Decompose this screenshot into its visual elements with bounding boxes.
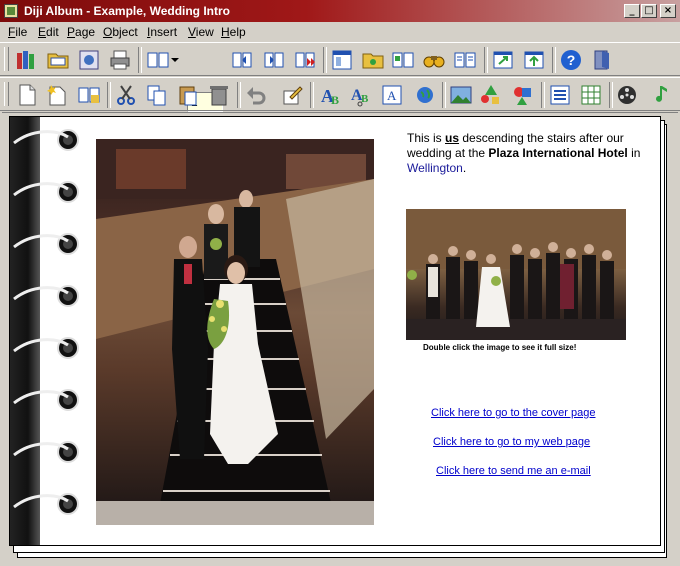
- insert-image-icon[interactable]: [449, 83, 473, 107]
- spiral-ring: [13, 181, 79, 203]
- toolbar-separator: [310, 82, 314, 108]
- wedding-stairs-photo[interactable]: [96, 139, 374, 525]
- album-page: This is us descending the stairs after o…: [9, 116, 661, 546]
- menu-insert[interactable]: Insert: [147, 25, 177, 39]
- caption-text: .: [462, 161, 467, 175]
- album-pages-icon[interactable]: [391, 48, 415, 72]
- chevron-down-icon[interactable]: [168, 48, 182, 72]
- toolbar-grip[interactable]: [4, 82, 9, 106]
- toolbar-separator: [237, 82, 241, 108]
- exit-door-icon[interactable]: [590, 48, 614, 72]
- spiral-ring: [13, 285, 79, 307]
- publish-icon[interactable]: [522, 48, 546, 72]
- photo-caption[interactable]: This is us descending the stairs after o…: [407, 131, 647, 176]
- text-link-icon[interactable]: AB: [348, 83, 372, 107]
- spiral-ring: [13, 389, 79, 411]
- page-properties-icon[interactable]: [77, 83, 101, 107]
- close-button[interactable]: ×: [660, 4, 676, 18]
- open-album-icon[interactable]: [46, 48, 70, 72]
- spiral-ring: [13, 233, 79, 255]
- print-icon[interactable]: [108, 48, 132, 72]
- books-icon[interactable]: [14, 48, 38, 72]
- text-style-icon[interactable]: AB: [318, 83, 342, 107]
- full-size-hint: Double click the image to see it full si…: [423, 343, 577, 352]
- window-title: Diji Album - Example, Wedding Intro: [24, 4, 231, 18]
- toolbar-separator: [541, 82, 545, 108]
- text-box-icon[interactable]: A: [380, 83, 404, 107]
- caption-text: in: [627, 146, 641, 160]
- menu-page[interactable]: Page: [67, 25, 95, 39]
- wedding-group-photo[interactable]: [406, 209, 626, 340]
- minimize-button[interactable]: _: [624, 4, 640, 18]
- paste-icon[interactable]: [176, 83, 200, 107]
- svg-text:B: B: [331, 93, 339, 107]
- menu-bar: File Edit Page Object Insert View Help: [0, 22, 680, 42]
- menu-help[interactable]: Help: [221, 25, 246, 39]
- maximize-button[interactable]: □: [641, 4, 657, 18]
- menu-object[interactable]: Object: [103, 25, 138, 39]
- globe-icon[interactable]: [413, 83, 437, 107]
- music-note-icon[interactable]: [647, 83, 671, 107]
- next-page-icon[interactable]: [262, 48, 286, 72]
- toolbar-separator: [442, 82, 446, 108]
- menu-view[interactable]: View: [188, 25, 214, 39]
- cover-page-link[interactable]: Click here to go to the cover page: [431, 407, 595, 419]
- wedding-group-illustration: [406, 209, 626, 340]
- last-page-icon[interactable]: [293, 48, 317, 72]
- page-layout-icon[interactable]: [330, 48, 354, 72]
- wedding-stairs-illustration: [96, 139, 374, 525]
- toolbar-separator: [323, 47, 327, 73]
- clipart-icon[interactable]: [479, 83, 503, 107]
- app-icon: [4, 4, 18, 18]
- save-album-icon[interactable]: [77, 48, 101, 72]
- page-view-icon[interactable]: [146, 48, 170, 72]
- help-icon[interactable]: ?: [559, 48, 583, 72]
- main-toolbar: ?: [0, 42, 680, 112]
- table-icon[interactable]: [579, 83, 603, 107]
- caption-place: Wellington: [407, 161, 463, 175]
- new-page-wizard-icon[interactable]: [45, 83, 69, 107]
- spiral-ring: [13, 129, 79, 151]
- caption-venue: Plaza International Hotel: [488, 146, 628, 160]
- svg-text:?: ?: [567, 52, 576, 68]
- new-page-icon[interactable]: [15, 83, 39, 107]
- title-bar: Diji Album - Example, Wedding Intro _ □ …: [0, 0, 680, 22]
- spiral-ring: [13, 493, 79, 515]
- binoculars-icon[interactable]: [422, 48, 446, 72]
- cut-icon[interactable]: [114, 83, 138, 107]
- book-open-icon[interactable]: [453, 48, 477, 72]
- spiral-ring: [13, 337, 79, 359]
- spiral-ring: [13, 441, 79, 463]
- export-icon[interactable]: [491, 48, 515, 72]
- movie-reel-icon[interactable]: [615, 83, 639, 107]
- caption-text: This is: [407, 131, 446, 145]
- email-link[interactable]: Click here to send me an e-mail: [436, 465, 591, 477]
- toolbar-separator: [138, 47, 142, 73]
- undo-icon[interactable]: [244, 83, 268, 107]
- folder-image-icon[interactable]: [361, 48, 385, 72]
- object-properties-icon[interactable]: [280, 83, 304, 107]
- toolbar-grip[interactable]: [4, 47, 9, 71]
- web-page-link[interactable]: Click here to go to my web page: [433, 436, 590, 448]
- edit-toolbar: AB AB A: [0, 77, 680, 111]
- copy-icon[interactable]: [145, 83, 169, 107]
- toolbar-separator: [609, 82, 613, 108]
- svg-text:A: A: [387, 88, 397, 103]
- first-page-icon[interactable]: [230, 48, 254, 72]
- trash-icon[interactable]: [207, 83, 231, 107]
- menu-edit[interactable]: Edit: [38, 25, 59, 39]
- toolbar-separator: [107, 82, 111, 108]
- caption-emphasis: us: [445, 131, 460, 145]
- menu-file[interactable]: File: [8, 25, 27, 39]
- list-icon[interactable]: [548, 83, 572, 107]
- toolbar-separator: [552, 47, 556, 73]
- shapes-icon[interactable]: [511, 83, 535, 107]
- toolbar-separator: [484, 47, 488, 73]
